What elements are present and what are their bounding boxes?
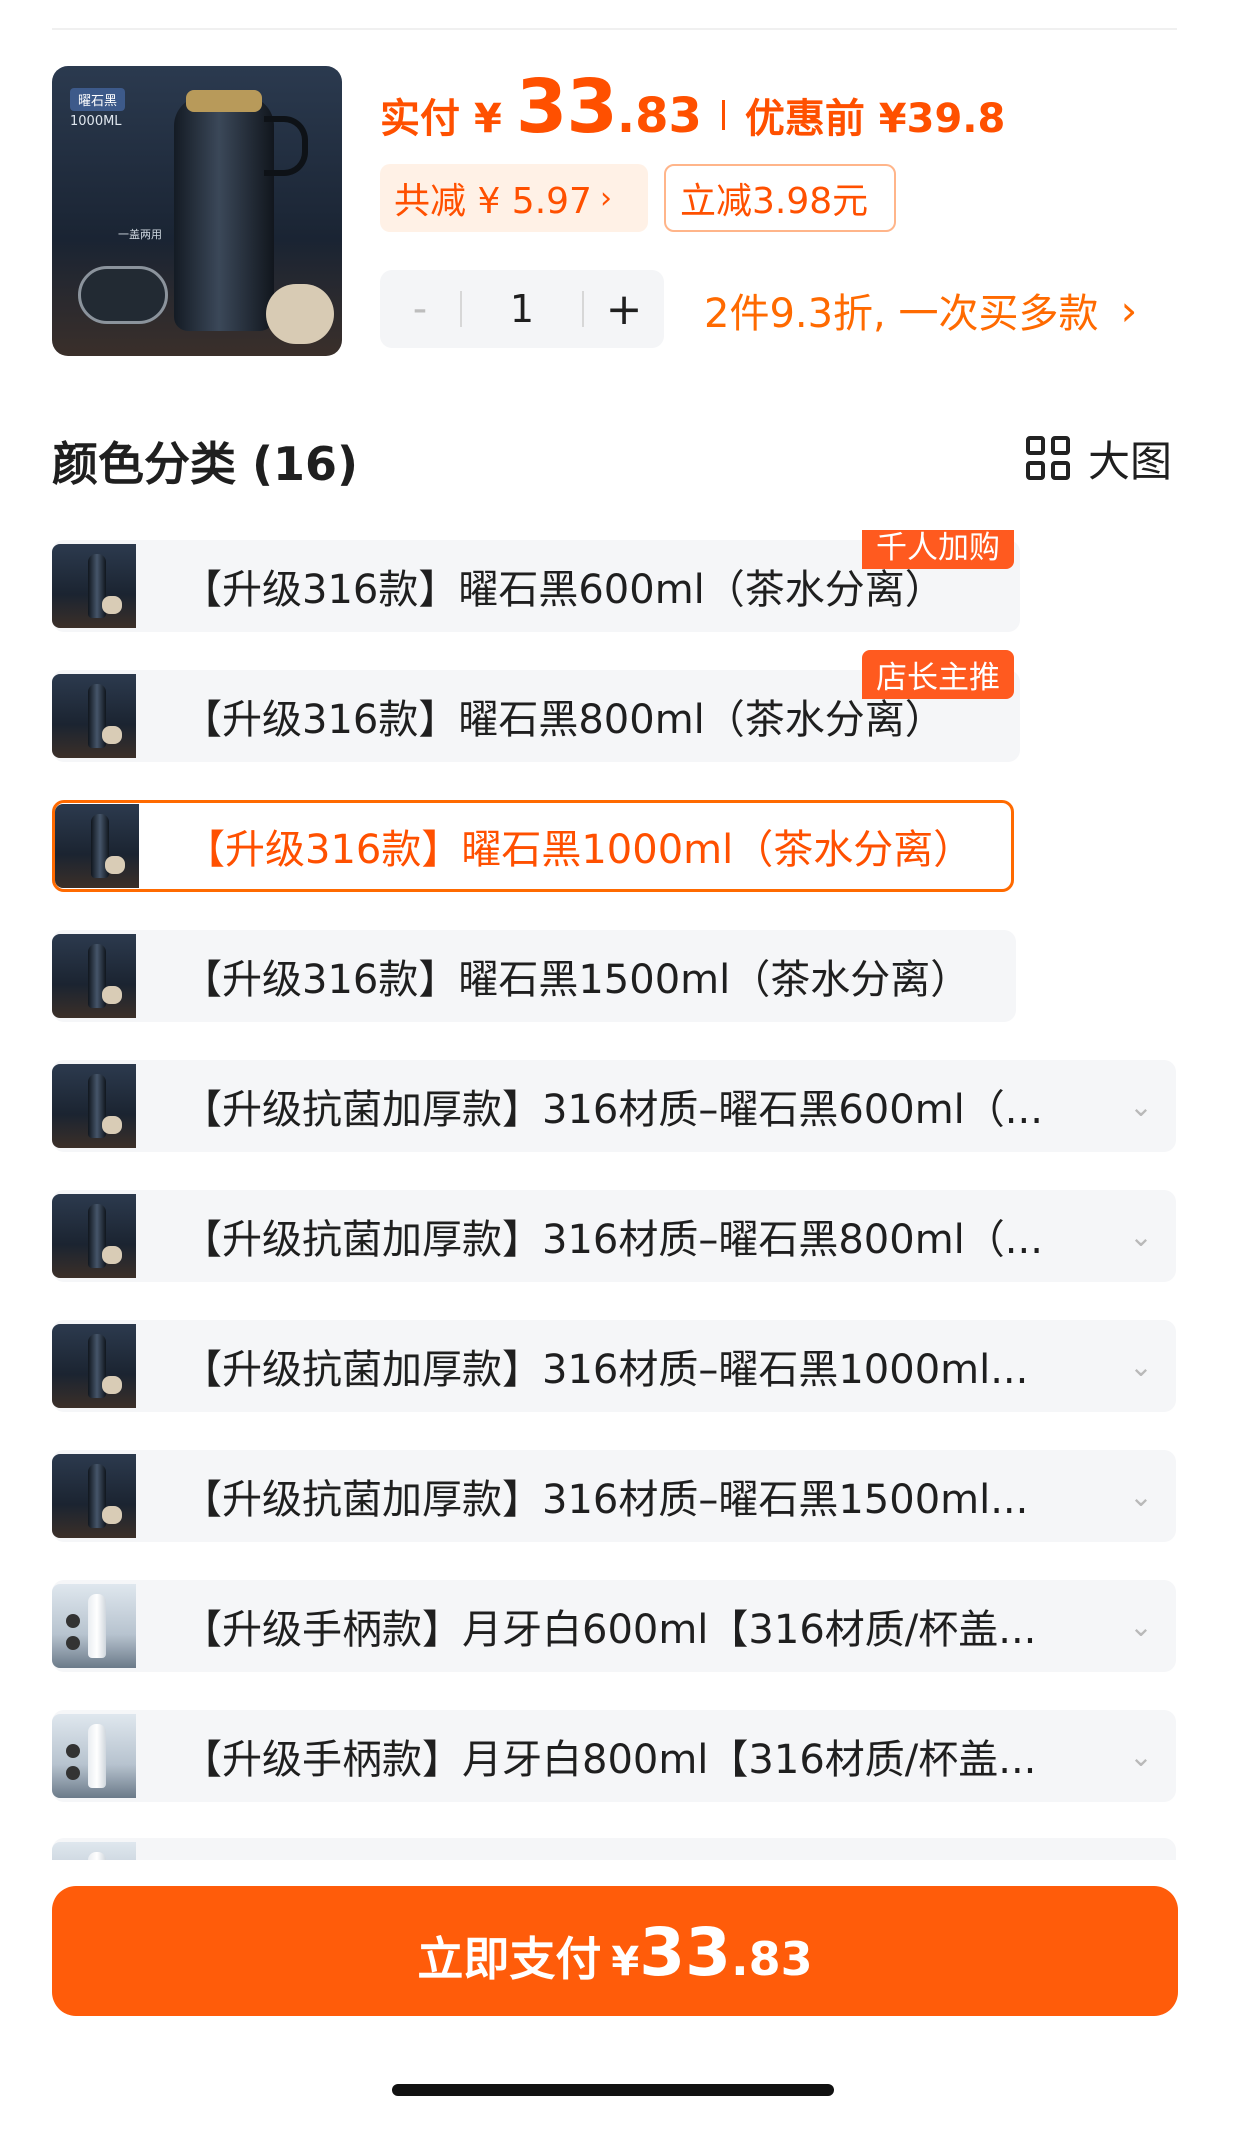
quantity-stepper: - 1 + bbox=[380, 270, 664, 348]
multi-buy-promo-link[interactable]: 2件9.3折, 一次买多款 › bbox=[704, 282, 1137, 338]
bottle-graphic bbox=[174, 90, 274, 331]
option-thumbnail bbox=[52, 1842, 136, 1860]
product-thumbnail[interactable]: 曜石黑 1000ML 一盖两用 bbox=[52, 66, 342, 356]
cup-graphic bbox=[78, 266, 168, 324]
option-label: 【升级抗菌加厚款】316材质–曜石黑600ml（... bbox=[182, 1087, 1043, 1133]
option-item-selected[interactable]: 【升级316款】曜石黑1000ml（茶水分离） bbox=[52, 800, 1014, 892]
option-label: 【升级手柄款】月牙白600ml【316材质/杯盖... bbox=[182, 1607, 1037, 1653]
chevron-down-icon[interactable]: ⌄ bbox=[1106, 1090, 1176, 1123]
option-thumbnail bbox=[52, 674, 136, 758]
chevron-right-icon: › bbox=[1120, 285, 1138, 335]
direct-discount-chip: 立减3.98元 bbox=[664, 164, 896, 232]
pay-price-integer: 33 bbox=[639, 1914, 732, 1991]
option-thumbnail bbox=[52, 544, 136, 628]
option-item[interactable]: 【升级手柄款】月牙白800ml【316材质/杯盖... ⌄ bbox=[52, 1710, 1176, 1802]
chevron-down-icon[interactable]: ⌄ bbox=[1106, 1350, 1176, 1383]
option-thumbnail bbox=[52, 934, 136, 1018]
option-item[interactable]: 【升级抗菌加厚款】316材质–曜石黑1500ml... ⌄ bbox=[52, 1450, 1176, 1542]
option-item[interactable]: 【升级抗菌加厚款】316材质–曜石黑1000ml... ⌄ bbox=[52, 1320, 1176, 1412]
option-thumbnail bbox=[52, 1324, 136, 1408]
chevron-down-icon[interactable]: ⌄ bbox=[1106, 1610, 1176, 1643]
increment-button[interactable]: + bbox=[584, 284, 664, 335]
option-label: 【升级抗菌加厚款】316材质–曜石黑1000ml... bbox=[182, 1347, 1029, 1393]
price-before-discount: 优惠前 ¥39.8 bbox=[744, 96, 1006, 142]
option-item[interactable]: 【升级手柄款】月牙白600ml【316材质/杯盖... ⌄ bbox=[52, 1580, 1176, 1672]
option-item[interactable]: 【升级抗菌加厚款】316材质–曜石黑600ml（... ⌄ bbox=[52, 1060, 1176, 1152]
pay-currency: ¥ bbox=[611, 1939, 640, 1985]
option-item[interactable]: 【升级316款】曜石黑1500ml（茶水分离） bbox=[52, 930, 1016, 1022]
direct-discount-label: 立减3.98元 bbox=[680, 181, 869, 222]
currency-symbol: ¥ bbox=[474, 96, 502, 142]
section-title: 颜色分类 (16) bbox=[52, 437, 359, 491]
top-divider bbox=[52, 28, 1177, 30]
option-item[interactable]: 【升级抗菌加厚款】316材质–曜石黑800ml（... ⌄ bbox=[52, 1190, 1176, 1282]
option-label: 【升级抗菌加厚款】316材质–曜石黑1500ml... bbox=[182, 1477, 1029, 1523]
big-view-toggle[interactable]: 大图 bbox=[1026, 430, 1172, 486]
option-thumbnail bbox=[52, 1454, 136, 1538]
chevron-down-icon[interactable]: ⌄ bbox=[1106, 1480, 1176, 1513]
pay-price-decimal: .83 bbox=[731, 1932, 813, 1986]
paid-label: 实付 bbox=[380, 96, 460, 142]
chevron-right-icon: › bbox=[599, 180, 612, 216]
option-label: 【升级手柄款】月牙白800ml【316材质/杯盖... bbox=[182, 1737, 1037, 1783]
option-item[interactable]: 【升级316款】曜石黑800ml（茶水分离） 店长主推 bbox=[52, 650, 1020, 762]
thumb-caption: 1000ML bbox=[70, 114, 122, 129]
thumb-subcaption: 一盖两用 bbox=[118, 228, 162, 241]
thumb-tag: 曜石黑 bbox=[70, 88, 126, 111]
price-decimal: .83 bbox=[616, 88, 702, 144]
decrement-button[interactable]: - bbox=[380, 286, 460, 332]
option-item[interactable]: 【升级316款】曜石黑600ml（茶水分离） 千人加购 bbox=[52, 530, 1020, 632]
chevron-down-icon[interactable]: ⌄ bbox=[1106, 1740, 1176, 1773]
price-row: 实付 ¥ 33 .83 优惠前 ¥39.8 bbox=[380, 64, 1005, 154]
option-thumbnail bbox=[52, 1714, 136, 1798]
option-badge: 店长主推 bbox=[862, 650, 1014, 699]
price-integer: 33 bbox=[515, 64, 618, 150]
pay-now-button[interactable]: 立即支付 ¥ 33 .83 bbox=[52, 1886, 1178, 2016]
option-thumbnail bbox=[55, 804, 139, 888]
handle-graphic bbox=[264, 116, 308, 176]
grid-icon bbox=[1026, 436, 1070, 480]
chevron-down-icon[interactable]: ⌄ bbox=[1106, 1220, 1176, 1253]
option-thumbnail bbox=[52, 1584, 136, 1668]
price-separator bbox=[721, 100, 725, 130]
option-label: 【升级抗菌加厚款】316材质–曜石黑800ml（... bbox=[182, 1217, 1043, 1263]
total-discount-label: 共减 ¥ 5.97 bbox=[394, 181, 592, 222]
lid-graphic bbox=[266, 284, 334, 344]
quantity-value[interactable]: 1 bbox=[462, 287, 582, 331]
option-label: 【升级316款】曜石黑1000ml（茶水分离） bbox=[185, 827, 974, 873]
option-thumbnail bbox=[52, 1064, 136, 1148]
total-discount-chip[interactable]: 共减 ¥ 5.97 › bbox=[380, 164, 648, 232]
option-thumbnail bbox=[52, 1194, 136, 1278]
promo-text: 2件9.3折, 一次买多款 bbox=[704, 291, 1099, 337]
option-list[interactable]: 【升级316款】曜石黑600ml（茶水分离） 千人加购 【升级316款】曜石黑8… bbox=[0, 530, 1242, 1860]
pay-label: 立即支付 bbox=[417, 1932, 602, 1986]
option-item-partial[interactable] bbox=[52, 1838, 1176, 1860]
option-badge: 千人加购 bbox=[862, 530, 1014, 569]
option-label: 【升级316款】曜石黑1500ml（茶水分离） bbox=[182, 957, 971, 1003]
home-indicator bbox=[392, 2084, 834, 2096]
big-view-label: 大图 bbox=[1088, 436, 1173, 486]
